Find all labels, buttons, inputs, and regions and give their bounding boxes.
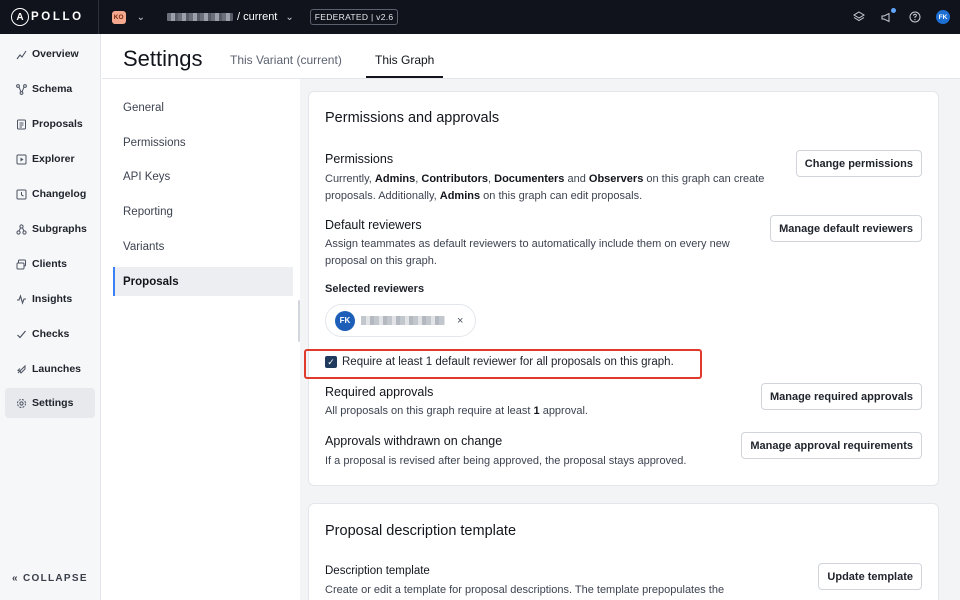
graph-chevron-down-icon[interactable]: ⌄	[285, 12, 293, 23]
sidebar-item-overview[interactable]: Overview	[5, 39, 95, 69]
sidebar-item-label: Schema	[32, 83, 73, 95]
sidebar-item-checks[interactable]: Checks	[5, 319, 95, 349]
org-avatar[interactable]: KO	[111, 10, 126, 24]
logo-mark: A	[11, 8, 29, 26]
card-title: Permissions and approvals	[325, 110, 500, 126]
clients-icon	[15, 258, 27, 270]
sidebar-item-subgraphs[interactable]: Subgraphs	[5, 214, 95, 244]
description-template-title: Description template	[325, 565, 430, 577]
sidebar-item-label: Explorer	[32, 153, 75, 165]
sidebar-item-label: Clients	[32, 258, 68, 270]
sidebar-item-proposals[interactable]: Proposals	[5, 109, 95, 139]
notification-dot	[891, 8, 896, 13]
double-chevron-left-icon: «	[12, 573, 19, 584]
graph-selector[interactable]: / current ⌄	[167, 11, 294, 23]
required-approvals-title: Required approvals	[325, 385, 434, 399]
sidebar: Overview Schema Proposals Explorer Chang…	[0, 34, 101, 600]
megaphone-icon[interactable]	[880, 8, 896, 24]
update-template-button[interactable]: Update template	[818, 563, 922, 590]
sidebar-item-settings[interactable]: Settings	[5, 388, 95, 418]
required-approvals-description: All proposals on this graph require at l…	[325, 405, 588, 417]
sidebar-item-explorer[interactable]: Explorer	[5, 144, 95, 174]
manage-approval-requirements-button[interactable]: Manage approval requirements	[741, 432, 922, 459]
schema-icon	[15, 83, 27, 95]
change-permissions-button[interactable]: Change permissions	[795, 150, 922, 177]
subnav-item-general[interactable]: General	[113, 93, 293, 122]
subnav-item-api-keys[interactable]: API Keys	[113, 162, 293, 191]
default-reviewers-description: Assign teammates as default reviewers to…	[325, 238, 730, 267]
help-icon[interactable]	[908, 10, 922, 24]
sidebar-item-label: Insights	[32, 293, 73, 305]
reviewer-chip: FK ×	[325, 304, 476, 337]
graph-variant-label: / current	[237, 11, 278, 23]
manage-default-reviewers-button[interactable]: Manage default reviewers	[770, 215, 922, 242]
selected-reviewers-label: Selected reviewers	[325, 283, 425, 295]
require-default-reviewer-checkbox[interactable]: ✓	[325, 356, 337, 368]
explorer-icon	[15, 153, 27, 165]
sidebar-item-schema[interactable]: Schema	[5, 74, 95, 104]
federation-version-badge: FEDERATED | v2.6	[309, 9, 399, 25]
approvals-withdrawn-title: Approvals withdrawn on change	[325, 434, 503, 448]
subgraphs-icon	[15, 223, 27, 235]
proposal-template-card: Proposal description template Descriptio…	[308, 503, 939, 600]
sidebar-item-label: Checks	[32, 328, 70, 340]
permissions-title: Permissions	[325, 152, 394, 166]
tab-this-graph[interactable]: This Graph	[375, 53, 434, 67]
proposals-icon	[15, 118, 27, 130]
default-reviewers-title: Default reviewers	[325, 218, 422, 232]
sidebar-item-clients[interactable]: Clients	[5, 249, 95, 279]
subnav-item-reporting[interactable]: Reporting	[113, 197, 293, 226]
permissions-description: Currently, Admins, Contributors, Documen…	[325, 173, 765, 202]
tab-this-variant[interactable]: This Variant (current)	[230, 53, 342, 67]
changelog-icon	[15, 188, 27, 200]
launches-icon	[15, 363, 27, 375]
topbar-divider	[97, 0, 99, 34]
layers-icon[interactable]	[852, 10, 866, 24]
collapse-sidebar-button[interactable]: « COLLAPSE	[12, 573, 88, 584]
org-chevron-down-icon[interactable]: ⌄	[137, 12, 145, 23]
remove-reviewer-icon[interactable]: ×	[457, 315, 463, 327]
description-template-text: Create or edit a template for proposal d…	[325, 584, 725, 596]
sidebar-item-changelog[interactable]: Changelog	[5, 179, 95, 209]
redacted-graph-name	[167, 13, 234, 21]
sidebar-item-insights[interactable]: Insights	[5, 284, 95, 314]
permissions-approvals-card: Permissions and approvals Permissions Cu…	[304, 91, 939, 486]
approvals-withdrawn-description: If a proposal is revised after being app…	[325, 455, 687, 467]
reviewer-avatar: FK	[335, 310, 355, 331]
card-title: Proposal description template	[325, 523, 517, 539]
sidebar-item-label: Subgraphs	[32, 223, 87, 235]
checks-icon	[15, 328, 27, 340]
top-bar: A POLLO KO ⌄ / current ⌄ FEDERATED | v2.…	[0, 0, 960, 34]
manage-required-approvals-button[interactable]: Manage required approvals	[760, 383, 922, 410]
sidebar-item-label: Overview	[32, 48, 79, 60]
logo-text: POLLO	[31, 11, 84, 23]
sidebar-item-label: Changelog	[32, 188, 87, 200]
subnav-item-permissions[interactable]: Permissions	[113, 128, 293, 157]
checkbox-label: Require at least 1 default reviewer for …	[342, 356, 674, 368]
collapse-label: COLLAPSE	[22, 573, 88, 584]
sidebar-item-label: Proposals	[32, 118, 83, 130]
subnav-item-proposals[interactable]: Proposals	[113, 267, 293, 296]
apollo-logo[interactable]: A POLLO	[11, 0, 84, 34]
settings-icon	[15, 397, 27, 409]
user-avatar[interactable]: FK	[936, 10, 950, 24]
sidebar-item-label: Settings	[32, 397, 74, 409]
page-title: Settings	[123, 46, 203, 71]
redacted-reviewer-name	[361, 316, 445, 325]
overview-icon	[15, 48, 27, 60]
sidebar-item-launches[interactable]: Launches	[5, 354, 95, 384]
insights-icon	[15, 293, 27, 305]
sidebar-item-label: Launches	[32, 363, 82, 375]
subnav-item-variants[interactable]: Variants	[113, 232, 293, 261]
require-default-reviewer-option[interactable]: ✓ Require at least 1 default reviewer fo…	[325, 356, 674, 368]
